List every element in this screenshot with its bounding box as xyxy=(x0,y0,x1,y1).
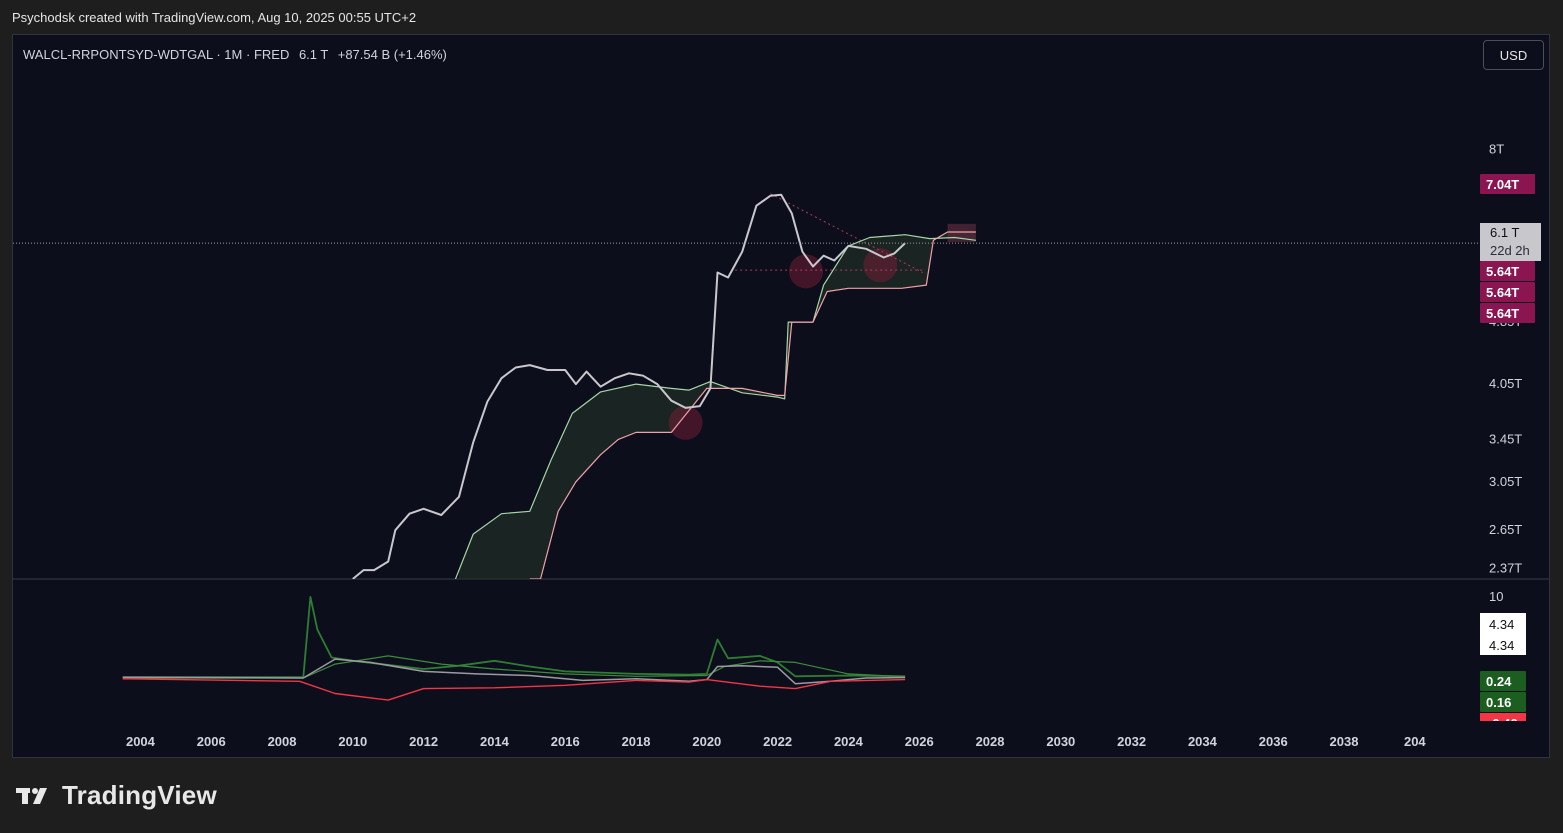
x-axis-tick-label: 2006 xyxy=(197,734,226,749)
x-axis-tick-label: 2028 xyxy=(976,734,1005,749)
tradingview-logo: TradingView xyxy=(16,780,217,811)
oscillator-pane xyxy=(122,596,906,701)
y-axis-tick-label: 4.05T xyxy=(1489,376,1522,391)
x-axis-tick-label: 2038 xyxy=(1330,734,1359,749)
value-badge: 5.64T xyxy=(1486,285,1519,300)
current-price-badge: 6.1 T xyxy=(1490,225,1519,240)
x-axis-tick-label: 2012 xyxy=(409,734,438,749)
osc-badge: 4.34 xyxy=(1489,617,1514,632)
x-axis-tick-label: 2016 xyxy=(551,734,580,749)
x-axis-tick-label: 2036 xyxy=(1259,734,1288,749)
x-axis-tick-label: 204 xyxy=(1404,734,1426,749)
x-axis-tick-label: 2024 xyxy=(834,734,864,749)
oscillator-line xyxy=(122,596,906,679)
y-axis-tick-label: 2.37T xyxy=(1489,561,1522,576)
osc-y-tick-label: 10 xyxy=(1489,589,1503,604)
osc-badge-red-group: -0.46 xyxy=(1480,713,1526,731)
main-pane xyxy=(352,193,976,579)
y-axis-tick-label: 3.45T xyxy=(1489,431,1522,446)
osc-badge-green: 0.24 xyxy=(1486,674,1512,689)
chart-plot-area[interactable]: 8T4.85T4.05T3.45T3.05T2.65T2.37T7.04T6.1… xyxy=(13,35,1549,757)
chart-credit: Psychodsk created with TradingView.com, … xyxy=(12,10,417,25)
y-axis-tick-label: 3.05T xyxy=(1489,474,1522,489)
x-axis-tick-label: 2032 xyxy=(1117,734,1146,749)
countdown-badge: 22d 2h xyxy=(1490,243,1530,258)
x-axis-tick-label: 2010 xyxy=(338,734,367,749)
highlight-circle xyxy=(668,405,703,440)
osc-badge-green: 0.16 xyxy=(1486,695,1511,710)
x-axis-tick-label: 2026 xyxy=(905,734,934,749)
brand-name: TradingView xyxy=(62,780,217,810)
x-axis-tick-label: 2030 xyxy=(1046,734,1075,749)
x-axis-tick-label: 2014 xyxy=(480,734,510,749)
y-axis-tick-label: 2.65T xyxy=(1489,522,1522,537)
osc-badge-red: -0.46 xyxy=(1488,716,1518,731)
value-badge: 5.64T xyxy=(1486,306,1519,321)
x-axis-tick-label: 2004 xyxy=(126,734,156,749)
tradingview-logo-icon xyxy=(16,787,47,804)
x-axis-tick-label: 2008 xyxy=(268,734,297,749)
highlight-circle xyxy=(788,254,823,289)
y-axis-tick-label: 8T xyxy=(1489,142,1504,157)
x-axis-tick-label: 2018 xyxy=(622,734,651,749)
value-badge-top: 7.04T xyxy=(1486,177,1519,192)
osc-badge: 4.34 xyxy=(1489,638,1514,653)
x-axis-tick-label: 2022 xyxy=(763,734,792,749)
chart-frame[interactable]: WALCL-RRPONTSYD-WDTGAL · 1M · FRED 6.1 T… xyxy=(12,34,1550,758)
oscillator-line xyxy=(122,678,906,701)
x-axis-tick-label: 2034 xyxy=(1188,734,1218,749)
value-badge: 5.64T xyxy=(1486,264,1519,279)
x-axis-tick-label: 2020 xyxy=(692,734,721,749)
